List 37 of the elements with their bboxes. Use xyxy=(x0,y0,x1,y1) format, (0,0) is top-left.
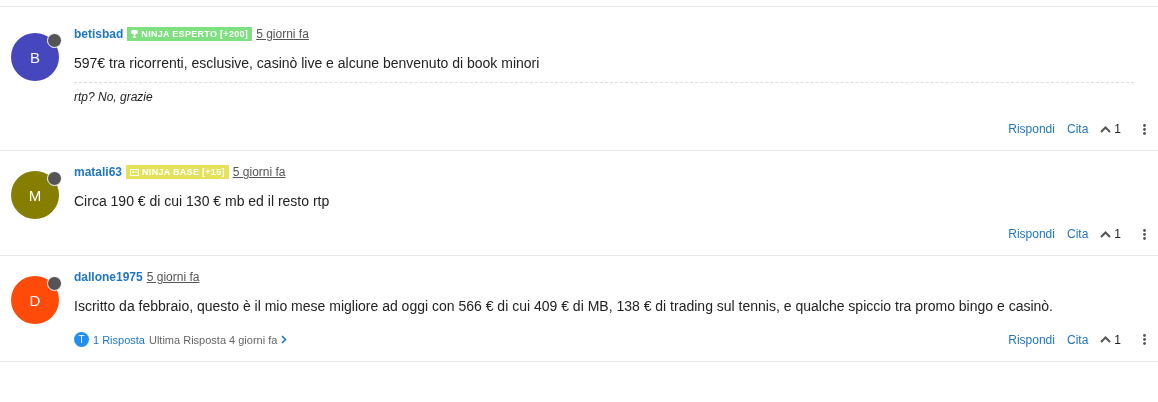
reply-link[interactable]: Rispondi xyxy=(1008,122,1055,136)
vote-count: 1 xyxy=(1114,227,1121,241)
upvote-icon[interactable] xyxy=(1100,336,1112,343)
status-dot xyxy=(47,276,62,291)
reply-link[interactable]: Rispondi xyxy=(1008,332,1055,347)
more-options-icon[interactable] xyxy=(1143,228,1146,240)
author-link[interactable]: matali63 xyxy=(74,165,123,179)
id-card-icon xyxy=(130,168,140,176)
user-avatar[interactable]: D xyxy=(11,276,59,324)
rank-badge: NINJA BASE [+15] xyxy=(126,165,229,179)
reply-link[interactable]: Rispondi xyxy=(1008,227,1055,241)
status-dot xyxy=(47,33,62,48)
author-link[interactable]: dallone1975 xyxy=(74,270,143,284)
rank-badge: NINJA ESPERTO [+200] xyxy=(127,27,253,41)
post-time-link[interactable]: 5 giorni fa xyxy=(256,27,309,41)
quote-link[interactable]: Cita xyxy=(1066,227,1089,241)
upvote-icon[interactable] xyxy=(1100,230,1112,238)
quote-link[interactable]: Cita xyxy=(1066,332,1089,347)
replies-link[interactable]: T 1 Risposta Ultima Risposta 4 giorni fa xyxy=(74,332,288,347)
author-link[interactable]: betisbad xyxy=(74,27,124,41)
more-options-icon[interactable] xyxy=(1143,334,1146,345)
vote-count: 1 xyxy=(1114,122,1121,136)
chevron-right-icon xyxy=(281,335,288,344)
trophy-icon xyxy=(131,30,139,38)
quote-link[interactable]: Cita xyxy=(1066,122,1089,136)
post-text: Circa 190 € di cui 130 € mb ed il resto rtp xyxy=(74,193,331,209)
upvote-icon[interactable] xyxy=(1100,125,1112,133)
post-time-link[interactable]: 5 giorni fa xyxy=(146,270,200,284)
user-avatar[interactable]: B xyxy=(11,33,59,81)
post-text: Iscritto da febbraio, questo è il mio mese migliore ad oggi con 566 € di cui 409 € di MB, 138 € di trading sul tennis, e qualche spiccio tra promo bingo e casinò. xyxy=(74,298,1054,314)
vote-count: 1 xyxy=(1114,332,1121,347)
status-dot xyxy=(47,171,62,186)
user-avatar[interactable]: M xyxy=(11,171,59,219)
post-time-link[interactable]: 5 giorni fa xyxy=(232,165,286,179)
more-options-icon[interactable] xyxy=(1143,123,1146,135)
post-text: 597€ tra ricorrenti, esclusive, casinò live e alcune benvenuto di book minori xyxy=(74,55,541,71)
signature-text: rtp? No, grazie xyxy=(74,82,1134,104)
